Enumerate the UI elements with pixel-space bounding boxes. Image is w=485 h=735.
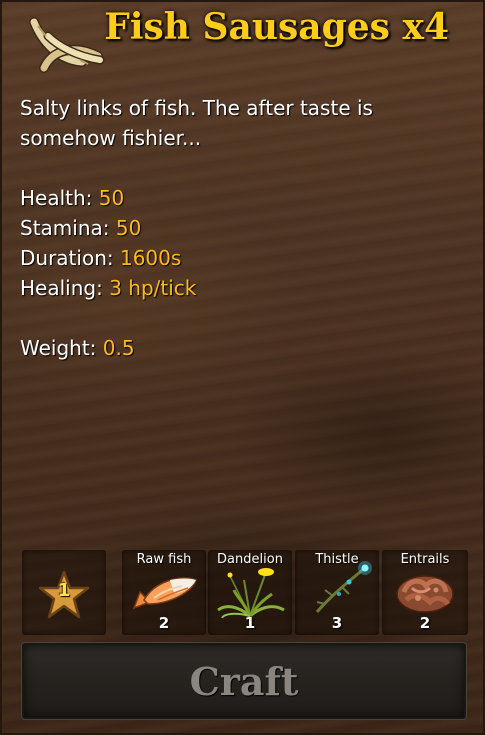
ingredient-slot-raw-fish[interactable]: Raw fish 2	[122, 550, 206, 635]
ingredient-name: Dandelion	[217, 552, 283, 567]
ingredient-count: 2	[158, 614, 170, 632]
stat-label: Stamina:	[20, 216, 110, 240]
recipe-bar: 1 Raw fish 2 Dandelion 1 Thistle 3 Entra…	[22, 550, 468, 635]
stat-stamina: Stamina: 50	[20, 213, 196, 243]
quality-level-slot[interactable]: 1	[22, 550, 106, 635]
ingredient-name: Entrails	[400, 552, 450, 567]
dandelion-icon	[217, 568, 285, 618]
stat-label: Weight:	[20, 336, 97, 360]
stat-spacer	[20, 303, 196, 333]
stat-duration: Duration: 1600s	[20, 243, 196, 273]
ingredient-count: 1	[244, 614, 256, 632]
ingredient-count: 2	[419, 614, 431, 632]
craft-button-label: Craft	[189, 659, 299, 704]
ingredient-count: 3	[331, 614, 343, 632]
entrails-icon	[396, 575, 454, 613]
fish-sausages-icon	[29, 17, 105, 73]
craft-button[interactable]: Craft	[22, 643, 466, 719]
item-stats: Health: 50 Stamina: 50 Duration: 1600s H…	[20, 183, 196, 363]
item-tooltip-panel: Fish Sausages x4 Salty links of fish. Th…	[0, 0, 485, 735]
item-description: Salty links of fish. The after taste is …	[20, 96, 373, 150]
stat-value: 1600s	[119, 246, 182, 270]
thistle-icon	[315, 561, 372, 613]
stat-value: 50	[115, 216, 142, 240]
ingredient-name: Raw fish	[136, 552, 192, 567]
raw-fish-icon	[132, 577, 197, 610]
stat-weight: Weight: 0.5	[20, 333, 196, 363]
stat-label: Health:	[20, 186, 93, 210]
stat-health: Health: 50	[20, 183, 196, 213]
stat-label: Healing:	[20, 276, 103, 300]
ingredient-slot-dandelion[interactable]: Dandelion 1	[208, 550, 292, 635]
ingredient-slot-thistle[interactable]: Thistle 3	[295, 550, 379, 635]
quality-level-number: 1	[57, 580, 71, 601]
stat-value: 3 hp/tick	[109, 276, 197, 300]
stat-label: Duration:	[20, 246, 114, 270]
stat-value: 0.5	[102, 336, 135, 360]
item-title: Fish Sausages x4	[104, 6, 449, 48]
ingredient-slot-entrails[interactable]: Entrails 2	[382, 550, 468, 635]
stat-value: 50	[98, 186, 125, 210]
stat-healing: Healing: 3 hp/tick	[20, 273, 196, 303]
